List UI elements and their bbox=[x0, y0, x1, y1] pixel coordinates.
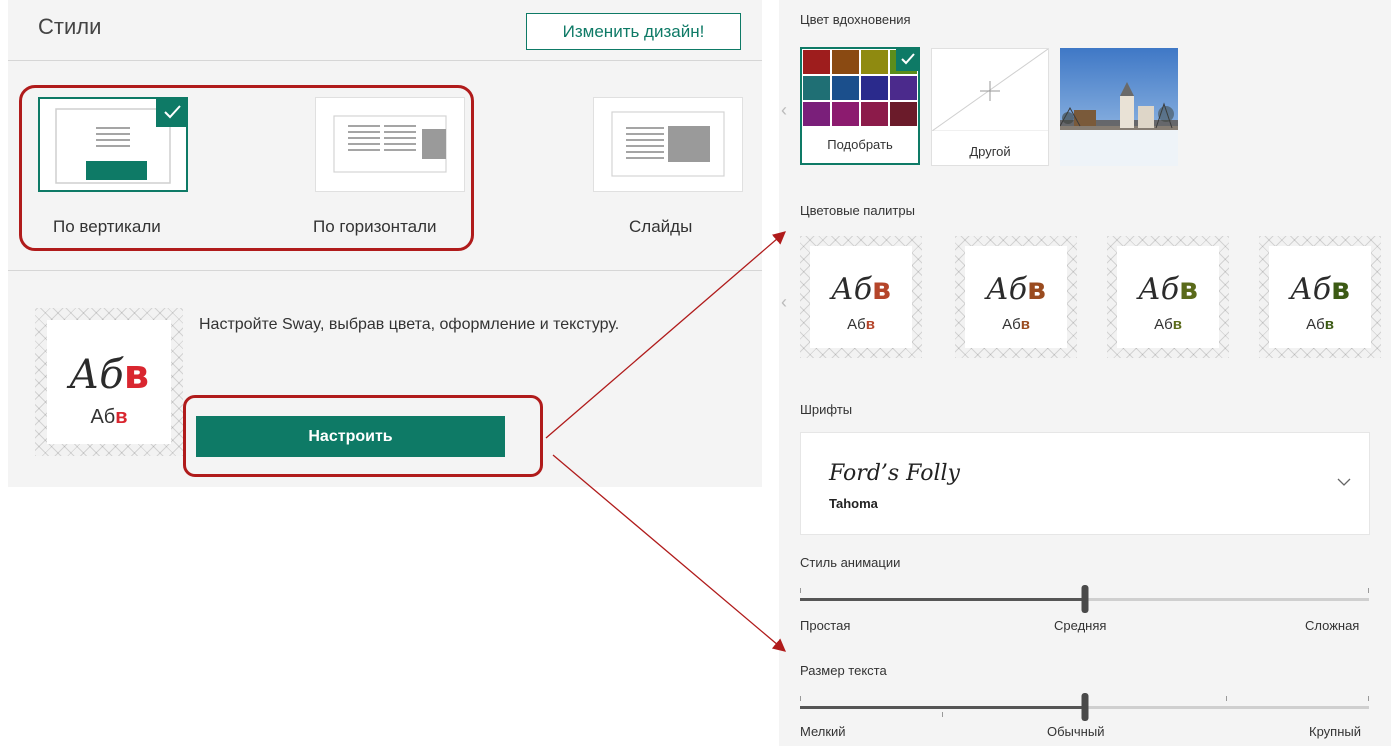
palettes-label: Цветовые палитры bbox=[800, 203, 915, 218]
styles-title: Стили bbox=[38, 14, 102, 39]
palette-big-text: Абв bbox=[1289, 272, 1350, 307]
slider-tick bbox=[942, 712, 943, 717]
chevron-left-icon[interactable]: ‹ bbox=[781, 100, 787, 121]
slides-layout-icon bbox=[611, 111, 725, 177]
palette-color-cell bbox=[831, 49, 860, 75]
font-dropdown[interactable]: Ford’s Folly Tahoma bbox=[800, 432, 1370, 535]
animation-min-label: Простая bbox=[800, 618, 851, 633]
slider-tick bbox=[1226, 696, 1227, 701]
add-icon bbox=[931, 48, 1049, 132]
design-settings-panel: Цвет вдохновения ‹ Подобрать Другой Цвет… bbox=[779, 0, 1391, 746]
chevron-left-icon[interactable]: ‹ bbox=[781, 292, 787, 313]
preview-big-text: Абв bbox=[68, 352, 150, 398]
text-size-slider-thumb[interactable] bbox=[1081, 693, 1088, 721]
palette-color-cell bbox=[860, 101, 889, 127]
other-label: Другой bbox=[969, 144, 1011, 159]
inspiration-label: Цвет вдохновения bbox=[800, 12, 911, 27]
animation-slider[interactable] bbox=[800, 585, 1369, 613]
slider-tick bbox=[800, 696, 801, 701]
fonts-label: Шрифты bbox=[800, 402, 853, 417]
palette-option-4[interactable]: Абв Абв bbox=[1259, 236, 1381, 358]
palette-small-text: Абв bbox=[847, 316, 875, 333]
animation-max-label: Сложная bbox=[1305, 618, 1360, 633]
selected-check-icon bbox=[896, 47, 920, 71]
slider-tick bbox=[800, 588, 801, 593]
preview-small-text: Абв bbox=[90, 406, 128, 428]
palette-color-cell bbox=[889, 101, 918, 127]
palette-color-cell bbox=[831, 101, 860, 127]
winter-church-photo-icon bbox=[1060, 48, 1178, 166]
palette-option-3[interactable]: Абв Абв bbox=[1107, 236, 1229, 358]
palette-option-1[interactable]: Абв Абв bbox=[800, 236, 922, 358]
palette-color-cell bbox=[802, 49, 831, 75]
slider-tick bbox=[1368, 588, 1369, 593]
palette-color-cell bbox=[860, 75, 889, 101]
customize-description: Настройте Sway, выбрав цвета, оформление… bbox=[199, 316, 620, 333]
layout-highlight-frame bbox=[19, 85, 474, 251]
palette-color-cell bbox=[889, 75, 918, 101]
animation-mid-label: Средняя bbox=[1054, 618, 1107, 633]
palette-big-text: Абв bbox=[985, 272, 1046, 307]
palette-small-text: Абв bbox=[1002, 316, 1030, 333]
divider bbox=[8, 270, 762, 271]
text-size-mid-label: Обычный bbox=[1047, 724, 1105, 739]
animation-label: Стиль анимации bbox=[800, 555, 901, 570]
palette-option-2[interactable]: Абв Абв bbox=[955, 236, 1077, 358]
layout-slides-label: Слайды bbox=[629, 217, 693, 236]
chevron-down-icon bbox=[1337, 478, 1351, 486]
font-secondary-name: Tahoma bbox=[829, 496, 878, 511]
change-design-button[interactable]: Изменить дизайн! bbox=[526, 13, 741, 50]
customize-highlight-frame bbox=[183, 395, 543, 477]
palette-small-text: Абв bbox=[1154, 316, 1182, 333]
divider bbox=[8, 60, 762, 61]
palette-big-text: Абв bbox=[830, 272, 891, 307]
text-size-slider[interactable] bbox=[800, 693, 1369, 721]
style-preview-thumbnail[interactable]: Абв Абв bbox=[35, 308, 183, 456]
palette-big-text: Абв bbox=[1137, 272, 1198, 307]
palette-small-text: Абв bbox=[1306, 316, 1334, 333]
font-primary-name: Ford’s Folly bbox=[829, 461, 960, 486]
pick-label: Подобрать bbox=[827, 137, 893, 152]
animation-slider-fill bbox=[800, 598, 1085, 601]
text-size-label: Размер текста bbox=[800, 663, 887, 678]
animation-slider-thumb[interactable] bbox=[1081, 585, 1088, 613]
text-size-slider-fill bbox=[800, 706, 1085, 709]
palette-color-cell bbox=[831, 75, 860, 101]
slider-tick bbox=[1368, 696, 1369, 701]
layout-slides-card[interactable] bbox=[593, 97, 743, 192]
inspiration-photo[interactable] bbox=[1060, 48, 1178, 166]
pick-palette-tile[interactable]: Подобрать bbox=[800, 47, 920, 165]
text-size-min-label: Мелкий bbox=[800, 724, 846, 739]
text-size-max-label: Крупный bbox=[1309, 724, 1361, 739]
palette-color-cell bbox=[860, 49, 889, 75]
palette-color-cell bbox=[802, 75, 831, 101]
palette-color-cell bbox=[802, 101, 831, 127]
other-image-tile[interactable]: Другой bbox=[931, 48, 1049, 166]
